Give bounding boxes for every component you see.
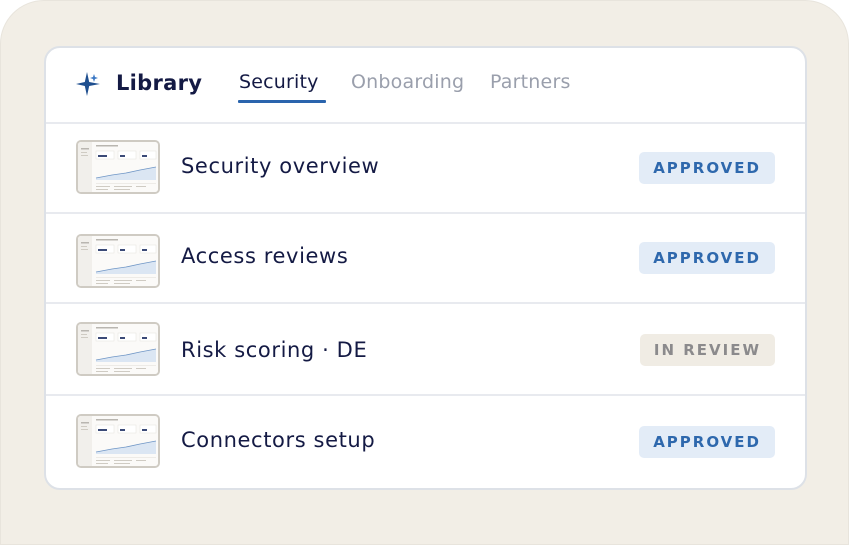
device-frame: Library Security Onboarding Partners Sec… [0,0,849,545]
list-item[interactable]: Risk scoring · DE IN REVIEW [46,306,805,396]
stage: Library Security Onboarding Partners Sec… [0,0,849,545]
document-title: Security overview [181,154,380,178]
document-title: Connectors setup [181,428,376,452]
status-badge: APPROVED [639,426,775,458]
library-header: Library Security Onboarding Partners [46,48,805,124]
document-thumbnail [76,322,160,376]
tab-onboarding[interactable]: Onboarding [351,68,464,96]
status-badge: APPROVED [639,242,775,274]
status-badge: IN REVIEW [639,334,775,366]
document-title: Risk scoring · DE [181,338,368,362]
list-item[interactable]: Connectors setup APPROVED [46,396,805,486]
list-item[interactable]: Security overview APPROVED [46,124,805,214]
list-item[interactable]: Access reviews APPROVED [46,214,805,304]
document-thumbnail [76,414,160,468]
tab-partners[interactable]: Partners [490,68,571,96]
document-thumbnail [76,234,160,288]
document-title: Access reviews [181,244,349,268]
library-card: Library Security Onboarding Partners Sec… [44,46,807,490]
tab-security[interactable]: Security [239,68,319,96]
sparkle-icon [76,72,100,96]
active-tab-indicator [238,100,326,103]
document-thumbnail [76,140,160,194]
brand-title: Library [116,71,203,95]
status-badge: APPROVED [639,152,775,184]
